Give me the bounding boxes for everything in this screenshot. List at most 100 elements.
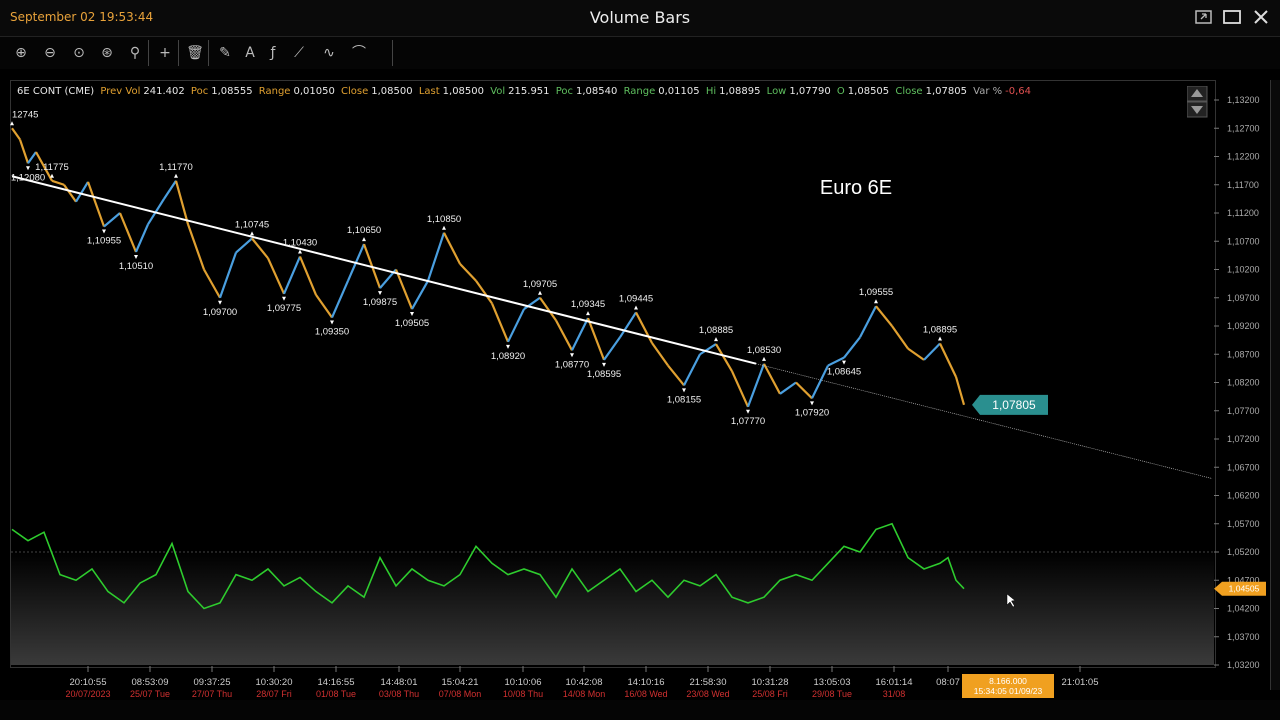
- down-bar-segment: [86, 181, 106, 227]
- chart-canvas: 1,13200 1,12700 1,12200 1,11700 1,11200 1,107…: [10, 95, 1266, 699]
- pivot-label: 1,08155: [667, 394, 701, 405]
- pivot-label: 1,08595: [587, 369, 621, 380]
- up-bar-segment: [103, 212, 121, 228]
- up-bar-segment: [683, 353, 701, 386]
- pivot-label: 1,07920: [795, 407, 829, 418]
- down-bar-segment: [795, 381, 813, 400]
- pivot-label: 1,09775: [267, 303, 301, 314]
- y-tick-label: 1,03700: [1227, 632, 1260, 642]
- y-tick-label: 1,05200: [1227, 547, 1260, 557]
- y-tick-label: 1,09200: [1227, 321, 1260, 331]
- pivot-label: 1,08645: [827, 367, 861, 378]
- up-bar-segment: [507, 308, 525, 343]
- pivot-label: 1,08770: [555, 359, 589, 370]
- up-bar-segment: [235, 237, 253, 254]
- down-bar-segment: [875, 305, 893, 327]
- x-time-label: 13:05:03: [814, 677, 851, 688]
- pivot-marker: [378, 291, 382, 296]
- down-bar-segment: [763, 363, 781, 395]
- pivot-label: 1,09350: [315, 327, 349, 338]
- y-tick-label: 1,06200: [1227, 491, 1260, 501]
- pivot-label: 1,08895: [923, 325, 957, 336]
- down-bar-segment: [651, 342, 669, 367]
- pivot-label: 1,10510: [119, 261, 153, 272]
- pivot-marker: [634, 305, 638, 310]
- pivot-marker: [134, 254, 138, 259]
- pivot-marker: [810, 401, 814, 406]
- down-bar-segment: [475, 280, 493, 305]
- pivot-label: 1,10430: [283, 238, 317, 249]
- pivot-marker: [938, 336, 942, 341]
- pivot-marker: [26, 166, 30, 171]
- pivot-marker: [714, 337, 718, 342]
- x-date-label: 10/08 Thu: [503, 689, 543, 699]
- down-bar-segment: [555, 319, 573, 351]
- up-bar-segment: [843, 336, 861, 359]
- trendline-projection: [755, 363, 1213, 479]
- pivot-marker: [282, 296, 286, 301]
- pivot-marker: [538, 290, 542, 295]
- down-bar-segment: [51, 179, 65, 186]
- last-price-label: 1,07805: [992, 398, 1036, 412]
- x-time-label: 15:04:21: [442, 677, 479, 688]
- y-tick-label: 1,10700: [1227, 236, 1260, 246]
- pivot-label: 1,08530: [747, 345, 781, 356]
- up-bar-segment: [218, 252, 238, 299]
- x-date-label: 03/08 Thu: [379, 689, 419, 699]
- down-bar-segment: [298, 256, 318, 296]
- down-bar-segment: [203, 268, 221, 299]
- y-tick-label: 1,07700: [1227, 406, 1260, 416]
- pivot-marker: [602, 362, 606, 367]
- pivot-label: 1,09705: [523, 279, 557, 290]
- up-bar-segment: [411, 280, 429, 310]
- pivot-label: 1,11770: [159, 162, 193, 173]
- y-tick-label: 1,08700: [1227, 349, 1260, 359]
- up-bar-segment: [163, 180, 177, 200]
- pivot-marker: [250, 231, 254, 236]
- y-tick-label: 1,06700: [1227, 462, 1260, 472]
- x-date-label: 16/08 Wed: [624, 689, 667, 699]
- pivot-marker: [174, 173, 178, 178]
- x-date-label: 23/08 Wed: [686, 689, 729, 699]
- down-bar-segment: [315, 294, 333, 319]
- pivot-label: 1,10650: [347, 225, 381, 236]
- up-bar-segment: [746, 363, 766, 408]
- down-bar-segment: [667, 364, 685, 387]
- down-bar-segment: [186, 223, 206, 270]
- down-bar-segment: [118, 212, 138, 253]
- pivot-marker: [586, 311, 590, 316]
- pivot-label: 1,09345: [571, 299, 605, 310]
- y-tick-label: 1,11700: [1227, 180, 1259, 190]
- down-bar-segment: [443, 232, 461, 265]
- pivot-label: 1,10745: [235, 219, 269, 230]
- down-bar-segment: [63, 184, 77, 203]
- pivot-marker: [682, 388, 686, 393]
- pivot-marker: [218, 300, 222, 305]
- up-bar-segment: [779, 381, 797, 395]
- pivot-marker: [10, 121, 14, 126]
- pivot-marker: [362, 237, 366, 242]
- x-time-label: 10:31:28: [752, 677, 789, 688]
- x-time-label: 08:07: [936, 677, 960, 688]
- pivot-label: 12745: [12, 109, 38, 120]
- pivot-marker: [842, 360, 846, 365]
- down-bar-segment: [251, 237, 269, 259]
- pivot-label: 1,10955: [87, 236, 121, 247]
- pivot-label: 1,09875: [363, 297, 397, 308]
- pivot-label: 1,12080: [11, 172, 45, 183]
- x-time-label: 10:10:06: [505, 677, 542, 688]
- up-bar-segment: [811, 365, 829, 399]
- pivot-marker: [506, 344, 510, 349]
- cursor-value: 8.166.000: [989, 676, 1027, 686]
- x-date-label: 01/08 Tue: [316, 689, 356, 699]
- y-tick-label: 1,07200: [1227, 434, 1260, 444]
- down-bar-segment: [490, 302, 510, 343]
- pivot-label: 1,07770: [731, 416, 765, 427]
- x-time-label: 10:30:20: [256, 677, 293, 688]
- y-tick-label: 1,08200: [1227, 378, 1260, 388]
- y-tick-label: 1,09700: [1227, 293, 1260, 303]
- down-bar-segment: [266, 257, 286, 295]
- down-bar-segment: [18, 139, 30, 164]
- pivot-marker: [762, 356, 766, 361]
- y-tick-label: 1,10200: [1227, 265, 1260, 275]
